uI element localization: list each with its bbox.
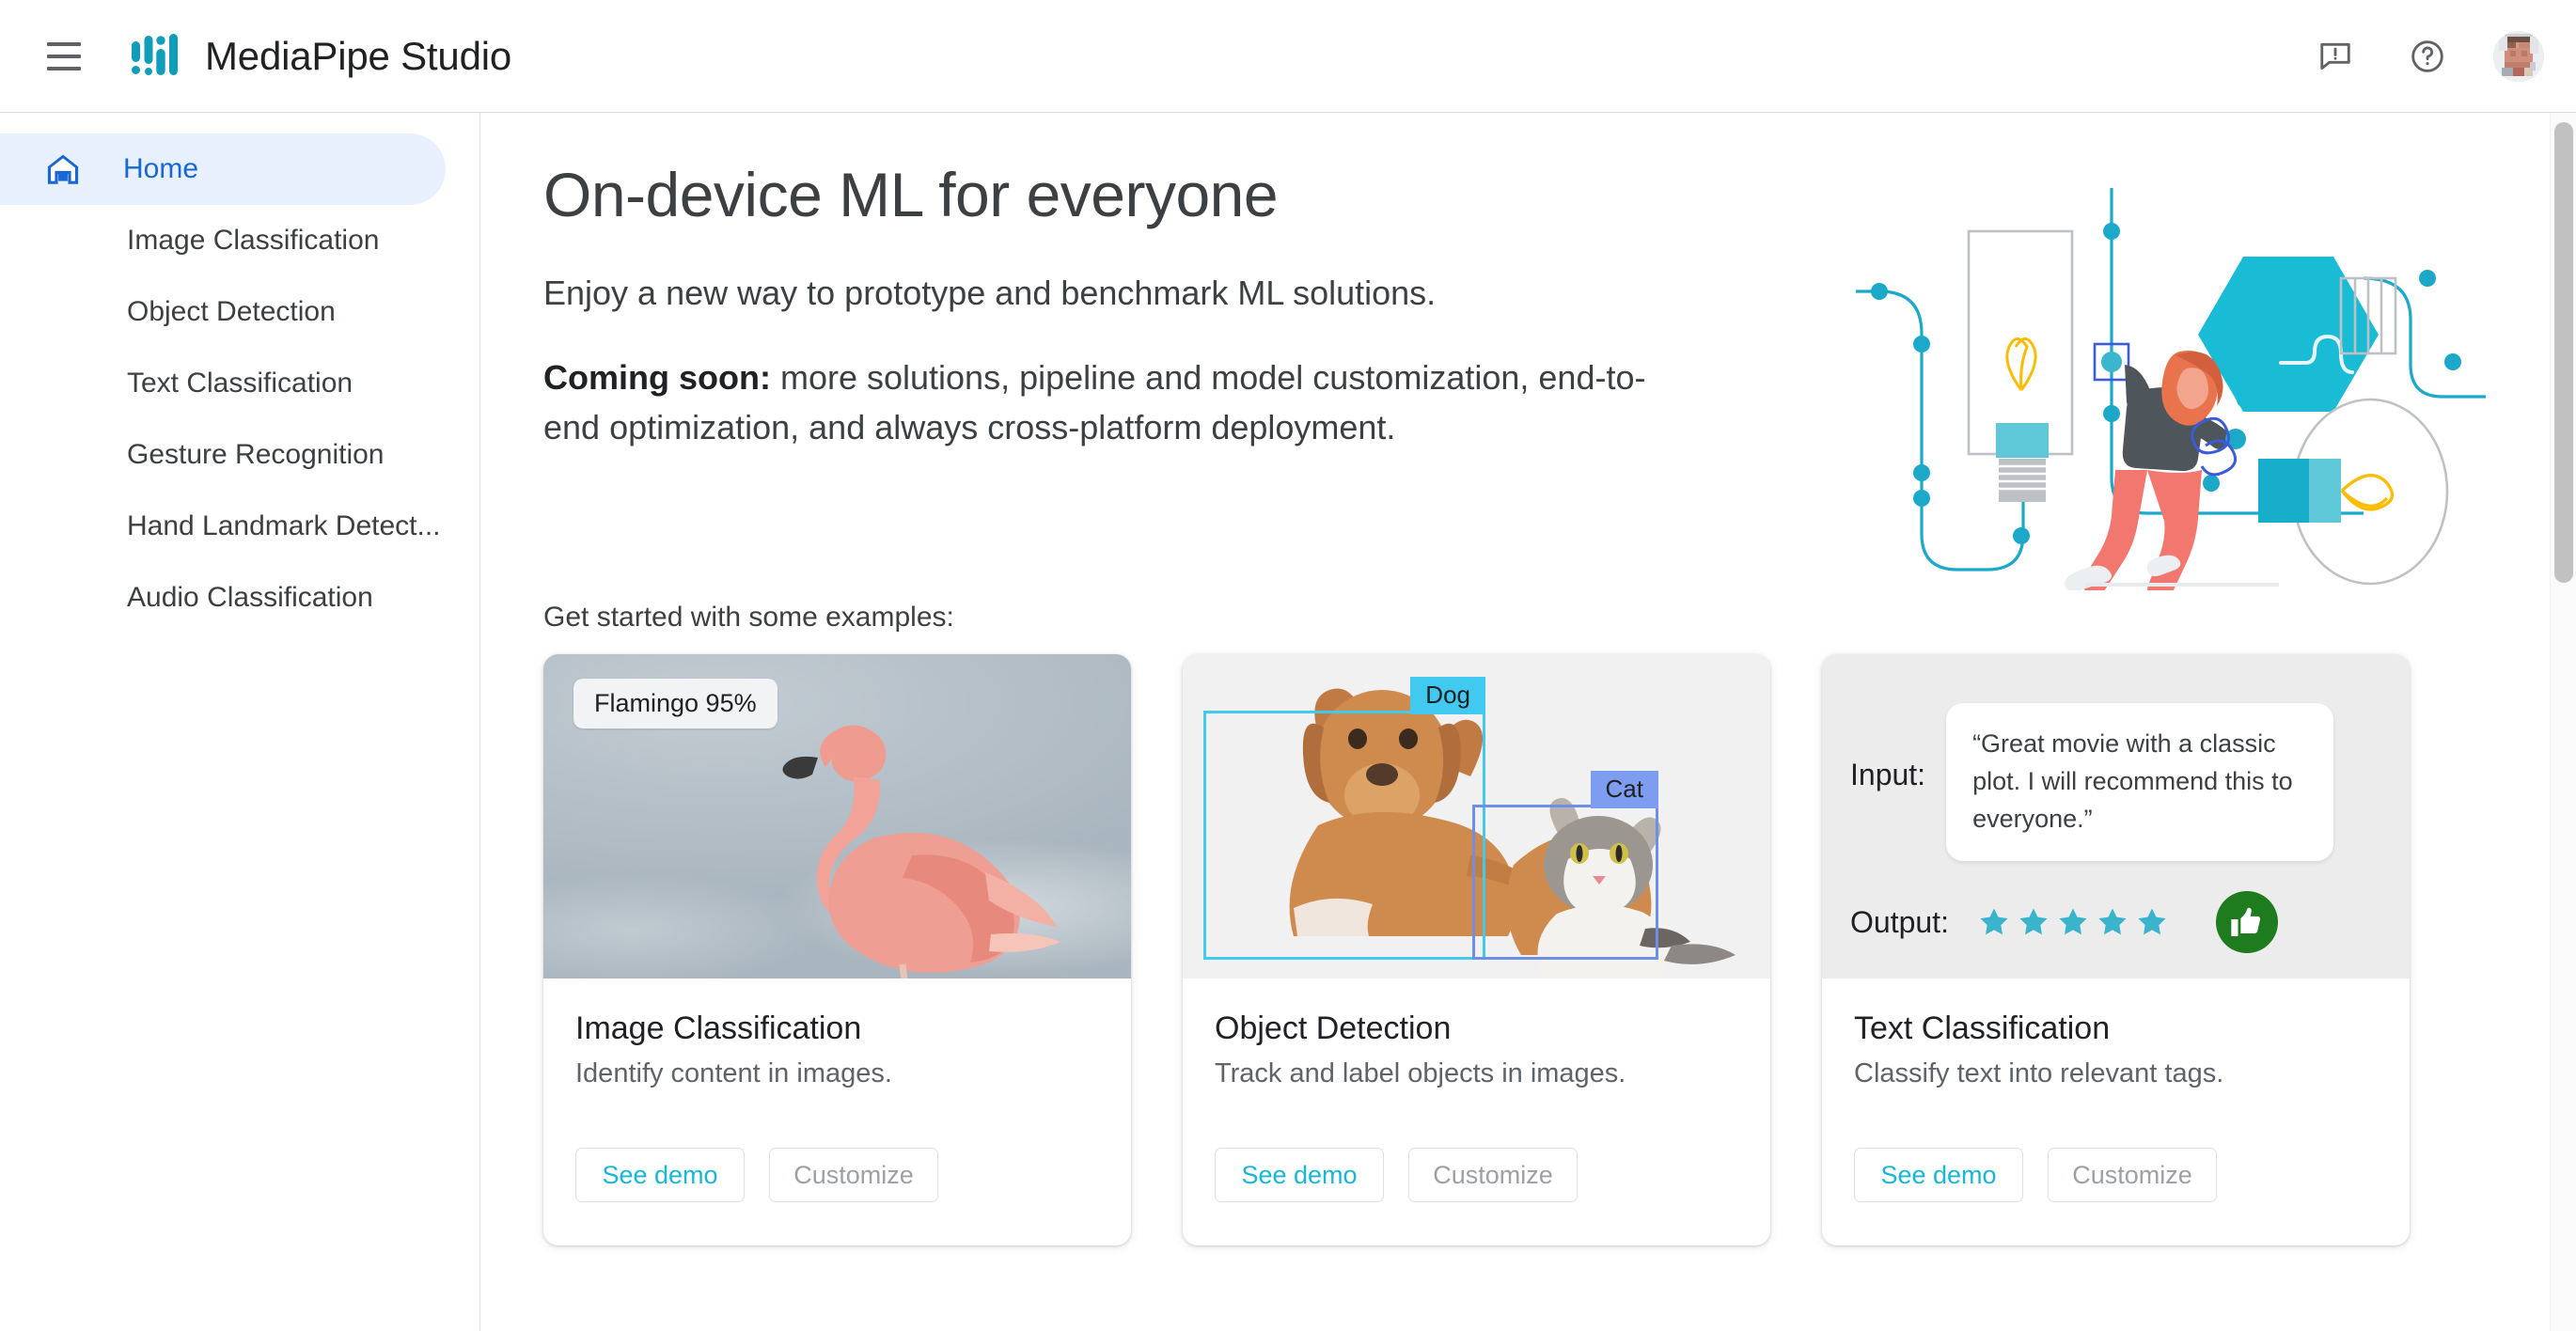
see-demo-button[interactable]: See demo: [575, 1148, 745, 1202]
hamburger-menu-icon[interactable]: [38, 30, 90, 83]
customize-button[interactable]: Customize: [2048, 1148, 2217, 1202]
card-body: Image Classification Identify content in…: [543, 979, 1131, 1089]
card-object-detection[interactable]: Dog Cat Object Detection Track and label…: [1183, 654, 1770, 1245]
star-icon: [2138, 908, 2166, 935]
sidebar-item-label: Image Classification: [127, 225, 380, 256]
see-demo-button[interactable]: See demo: [1215, 1148, 1384, 1202]
card-description: Identify content in images.: [575, 1058, 892, 1088]
sidebar-item-object-detection[interactable]: Object Detection: [0, 276, 446, 348]
sidebar-item-label: Home: [123, 153, 199, 184]
sidebar-item-label: Text Classification: [127, 368, 353, 399]
input-text-bubble: “Great movie with a classic plot. I will…: [1946, 703, 2334, 861]
card-actions: See demo Customize: [543, 1089, 1131, 1245]
sidebar-item-text-classification[interactable]: Text Classification: [0, 348, 446, 419]
output-label: Output:: [1850, 904, 1949, 939]
detection-box-cat: Cat: [1472, 771, 1658, 960]
sidebar-item-gesture-recognition[interactable]: Gesture Recognition: [0, 419, 446, 491]
user-avatar[interactable]: [2493, 30, 2544, 82]
card-media-flamingo: Flamingo 95%: [543, 654, 1131, 979]
hero-coming-soon: Coming soon: more solutions, pipeline an…: [543, 353, 1653, 451]
detection-box-dog: Dog: [1203, 677, 1485, 960]
page-title: On-device ML for everyone: [543, 160, 1279, 229]
sidebar-item-label: Gesture Recognition: [127, 439, 385, 470]
customize-button[interactable]: Customize: [769, 1148, 938, 1202]
sidebar-item-image-classification[interactable]: Image Classification: [0, 205, 446, 276]
menu-bar: [47, 66, 81, 70]
detection-label: Cat: [1590, 771, 1658, 809]
hero-subtitle: Enjoy a new way to prototype and benchma…: [543, 273, 1437, 312]
sidebar-item-home[interactable]: Home: [0, 133, 446, 205]
sidebar-item-audio-classification[interactable]: Audio Classification: [0, 562, 446, 634]
scrollbar-thumb[interactable]: [2554, 122, 2573, 583]
home-icon: [43, 149, 83, 189]
card-title: Object Detection: [1215, 1010, 1452, 1046]
card-body: Object Detection Track and label objects…: [1183, 979, 1770, 1089]
card-body: Text Classification Classify text into r…: [1822, 979, 2410, 1089]
card-actions: See demo Customize: [1822, 1089, 2410, 1245]
input-row: Input: “Great movie with a classic plot.…: [1850, 703, 2383, 861]
card-media-text: Input: “Great movie with a classic plot.…: [1822, 654, 2410, 979]
app-title: MediaPipe Studio: [205, 33, 512, 78]
menu-bar: [47, 54, 81, 58]
card-image-classification[interactable]: Flamingo 95% Image Classification Identi…: [543, 654, 1131, 1245]
star-icon: [1980, 908, 2008, 935]
star-icon: [2059, 908, 2087, 935]
hero-section: On-device ML for everyone Enjoy a new wa…: [481, 113, 2550, 602]
card-description: Track and label objects in images.: [1215, 1058, 1626, 1088]
help-icon[interactable]: [2401, 30, 2454, 83]
example-cards: Flamingo 95% Image Classification Identi…: [543, 654, 2550, 1245]
classification-pill: Flamingo 95%: [573, 679, 778, 728]
star-icon: [2098, 908, 2127, 935]
card-actions: See demo Customize: [1183, 1089, 1770, 1245]
examples-label: Get started with some examples:: [543, 602, 954, 633]
input-label: Input:: [1850, 758, 1926, 791]
see-demo-button[interactable]: See demo: [1854, 1148, 2023, 1202]
app-header: MediaPipe Studio: [0, 0, 2576, 113]
card-title: Text Classification: [1854, 1010, 2111, 1046]
vertical-scrollbar[interactable]: [2550, 113, 2576, 1331]
thumbs-up-icon: [2215, 891, 2278, 953]
star-icon: [2019, 908, 2048, 935]
header-actions: [2309, 30, 2544, 83]
sidebar-item-label: Hand Landmark Detect...: [127, 510, 441, 541]
sidebar-item-label: Audio Classification: [127, 582, 373, 613]
star-rating: [1977, 905, 2169, 939]
feedback-icon[interactable]: [2309, 30, 2362, 83]
mediapipe-logo-icon: [132, 33, 178, 75]
sidebar-item-label: Object Detection: [127, 296, 336, 327]
brand[interactable]: MediaPipe Studio: [132, 32, 511, 81]
menu-bar: [47, 41, 81, 46]
sidebar: Home Image Classification Object Detecti…: [0, 113, 480, 1331]
card-text-classification[interactable]: Input: “Great movie with a classic plot.…: [1822, 654, 2410, 1245]
output-row: Output:: [1850, 891, 2383, 953]
coming-soon-label: Coming soon:: [543, 358, 771, 398]
card-title: Image Classification: [575, 1010, 862, 1046]
main-content: On-device ML for everyone Enjoy a new wa…: [481, 113, 2550, 1331]
detection-label: Dog: [1410, 677, 1485, 715]
customize-button[interactable]: Customize: [1408, 1148, 1578, 1202]
card-description: Classify text into relevant tags.: [1854, 1058, 2224, 1088]
card-media-pets: Dog Cat: [1183, 654, 1770, 979]
sidebar-item-hand-landmark-detection[interactable]: Hand Landmark Detect...: [0, 491, 446, 562]
